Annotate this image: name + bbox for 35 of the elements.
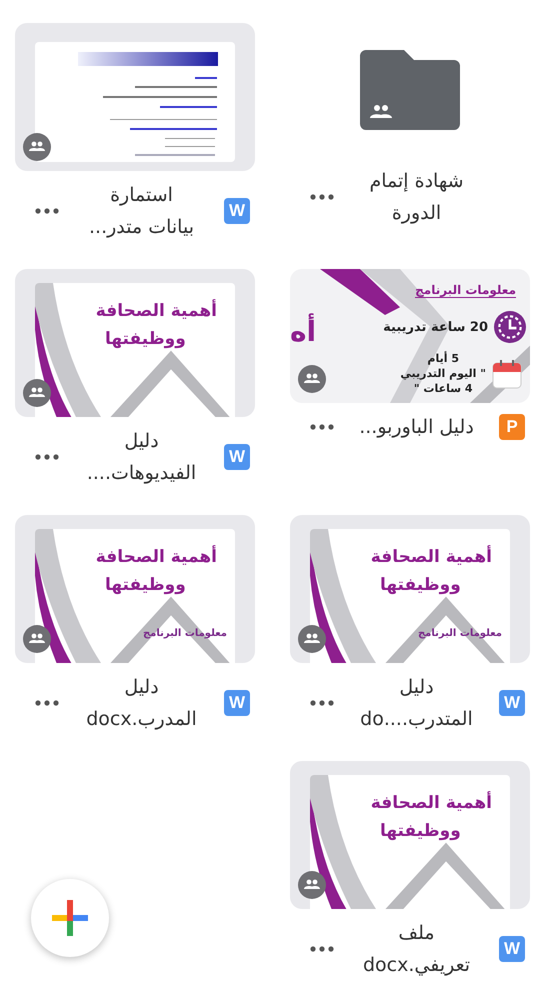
- powerpoint-file-icon: P: [499, 414, 525, 440]
- word-file-icon: W: [224, 690, 250, 716]
- more-icon[interactable]: [35, 208, 59, 214]
- file-name[interactable]: استمارة بيانات متدر...: [59, 179, 224, 243]
- clock-icon: [494, 311, 526, 343]
- word-file-icon: W: [499, 690, 525, 716]
- word-file-icon: W: [224, 444, 250, 470]
- more-icon[interactable]: [310, 946, 334, 952]
- word-file-icon: W: [499, 936, 525, 962]
- slide-title: أهمية الصحافة ووظيفتها: [96, 544, 217, 597]
- slide-title: أهمية الصحافة ووظيفتها: [96, 298, 217, 351]
- more-icon[interactable]: [310, 700, 334, 706]
- more-icon[interactable]: [310, 194, 334, 200]
- word-file-icon: W: [224, 198, 250, 224]
- more-icon[interactable]: [35, 700, 59, 706]
- file-name[interactable]: دليل الفيديوهات....: [59, 425, 224, 489]
- file-name[interactable]: دليل الباوربو...: [334, 411, 499, 443]
- slide-subtitle: معلومات البرنامج: [418, 628, 502, 639]
- plus-icon: [52, 900, 88, 936]
- slide-subtitle: معلومات البرنامج: [142, 628, 227, 639]
- more-icon[interactable]: [35, 454, 59, 460]
- slide-heading: معلومات البرنامج: [415, 283, 516, 298]
- new-button[interactable]: [31, 879, 109, 957]
- slide-text: 20 ساعة تدريبية: [383, 320, 488, 334]
- more-icon[interactable]: [310, 424, 334, 430]
- file-name[interactable]: دليل المدرب.docx: [59, 671, 224, 735]
- calendar-icon: [492, 358, 522, 388]
- file-name[interactable]: ملف تعريفي.docx: [334, 917, 499, 981]
- file-name[interactable]: دليل المتدرب....do: [334, 671, 499, 735]
- slide-text: 5 أيام " اليوم التدريبي 4 ساعات ": [399, 351, 486, 396]
- folder-icon[interactable]: [360, 50, 460, 130]
- file-name[interactable]: شهادة إتمام الدورة: [334, 165, 499, 229]
- slide-title: أهمية الصحافة ووظيفتها: [370, 790, 492, 843]
- slide-title: أه: [290, 315, 316, 348]
- slide-title: أهمية الصحافة ووظيفتها: [370, 544, 492, 597]
